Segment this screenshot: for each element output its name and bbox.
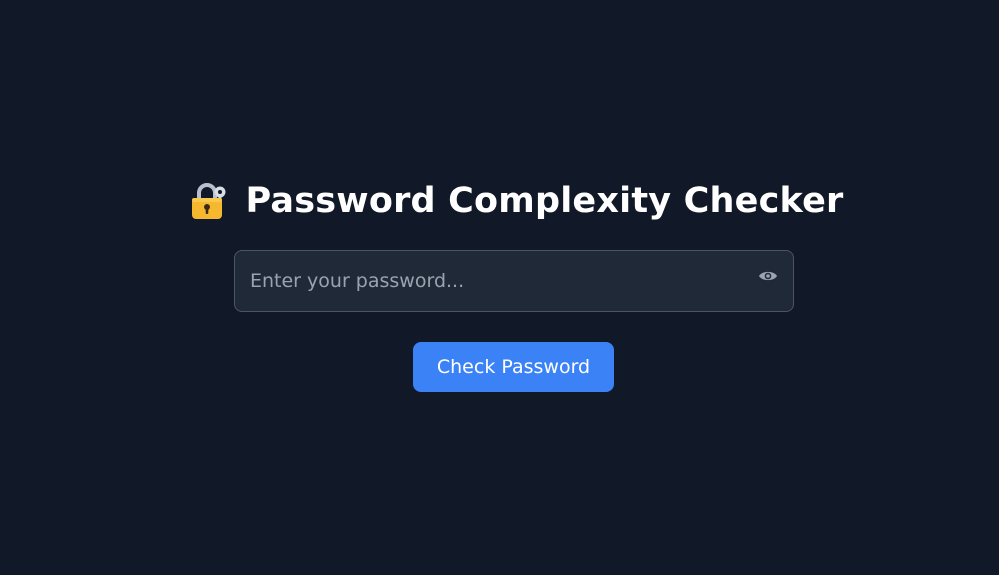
lock-with-key-icon [190,181,228,221]
header: Password Complexity Checker [0,176,999,226]
eye-icon[interactable] [757,266,779,286]
check-password-button[interactable]: Check Password [413,342,614,392]
password-field [234,250,794,312]
password-input[interactable] [235,251,793,311]
password-checker-page: Password Complexity Checker Check Passwo… [0,0,999,575]
page-title: Password Complexity Checker [245,181,844,221]
